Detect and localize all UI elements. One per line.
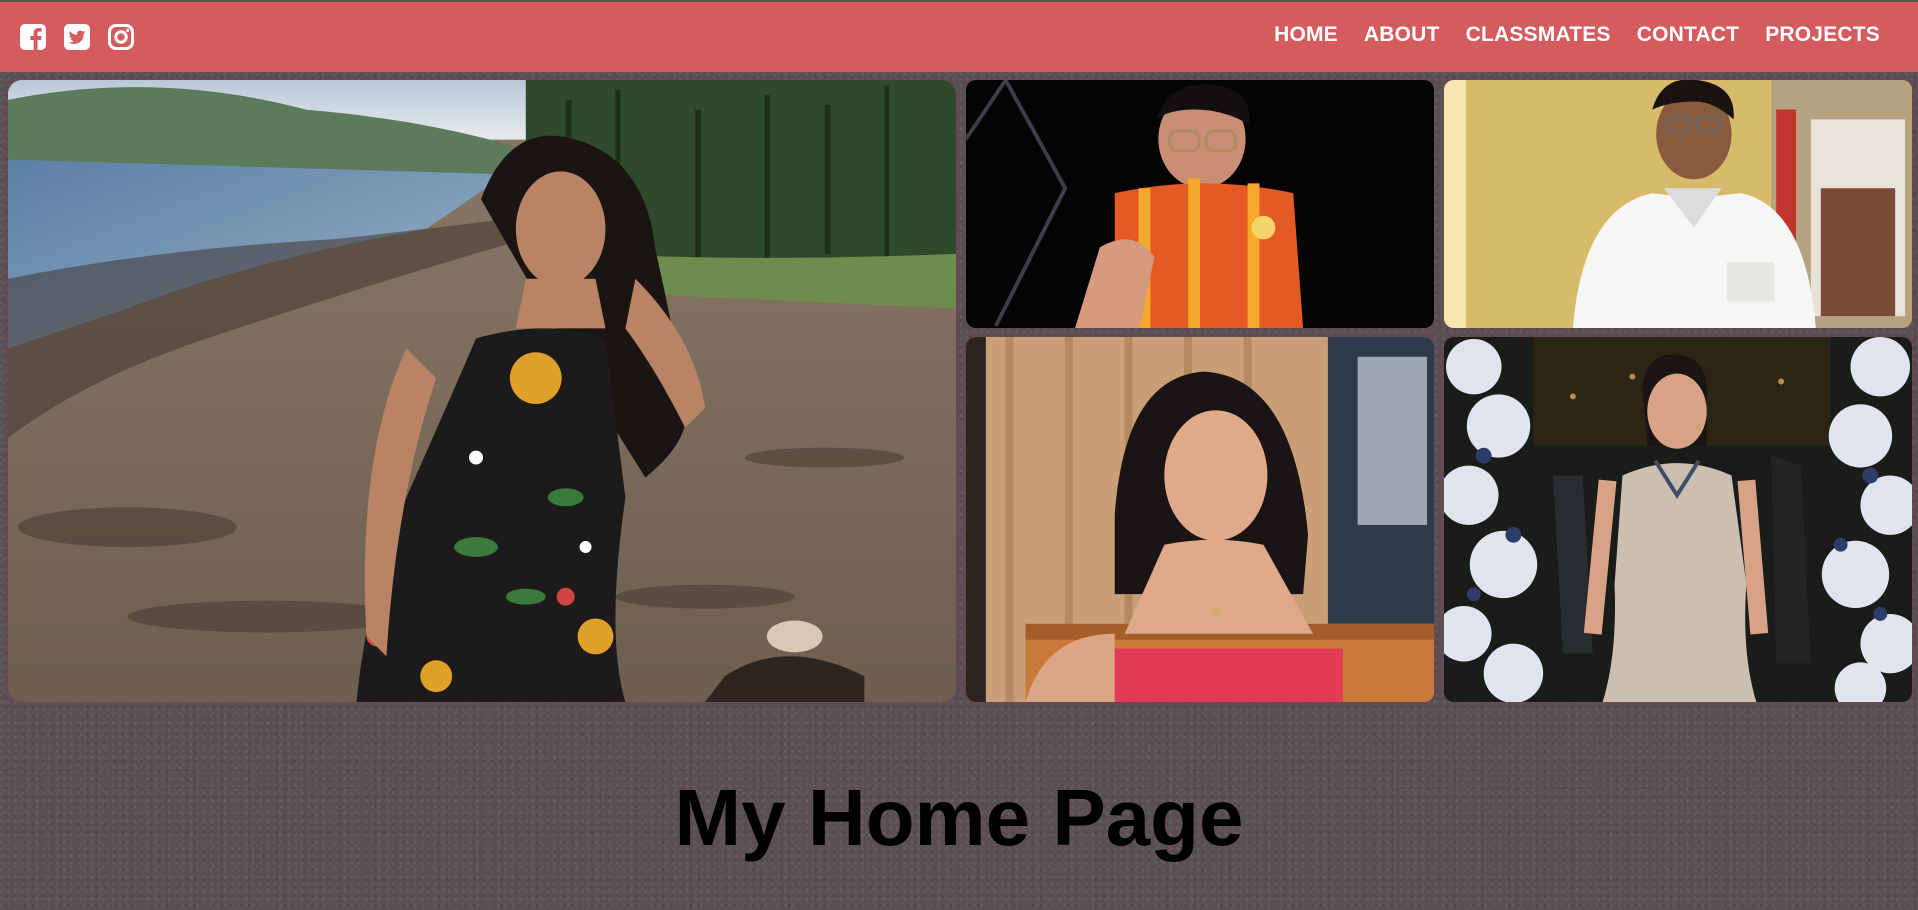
restaurant-portrait-photo [964, 335, 1436, 704]
social-links [19, 23, 135, 51]
nav-contact[interactable]: CONTACT [1637, 22, 1740, 48]
twitter-link[interactable] [63, 23, 91, 51]
instagram-link[interactable] [107, 23, 135, 51]
navbar: HOME ABOUT CLASSMATES CONTACT PROJECTS [0, 2, 1918, 72]
nav-projects[interactable]: PROJECTS [1765, 22, 1880, 48]
page-title: My Home Page [674, 773, 1244, 862]
instagram-icon [108, 24, 134, 50]
photo-gallery [6, 78, 1914, 704]
selfie-jersey-photo [964, 78, 1436, 330]
facebook-square-icon [20, 24, 46, 50]
white-shirt-portrait-photo [1442, 78, 1914, 330]
beach-portrait-photo [6, 78, 958, 704]
nav-home[interactable]: HOME [1274, 22, 1338, 48]
nav-about[interactable]: ABOUT [1364, 22, 1440, 48]
twitter-square-icon [64, 24, 90, 50]
gown-portrait-photo [1442, 335, 1914, 704]
facebook-link[interactable] [19, 23, 47, 51]
main-nav: HOME ABOUT CLASSMATES CONTACT PROJECTS [1274, 22, 1880, 48]
nav-classmates[interactable]: CLASSMATES [1466, 22, 1611, 48]
